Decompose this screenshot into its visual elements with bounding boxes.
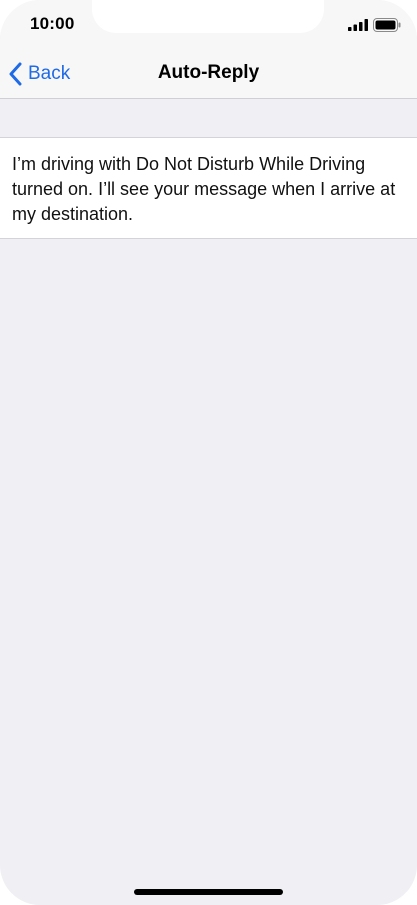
battery-icon — [373, 18, 401, 32]
page-title: Auto-Reply — [157, 62, 260, 83]
navigation-header: 10:00 Back Auto-Reply — [0, 0, 417, 99]
status-time: 10:00 — [30, 14, 75, 33]
home-indicator[interactable] — [134, 889, 283, 895]
auto-reply-message-cell[interactable]: I’m driving with Do Not Disturb While Dr… — [0, 137, 417, 239]
device-notch — [92, 0, 324, 33]
auto-reply-message-text[interactable]: I’m driving with Do Not Disturb While Dr… — [12, 152, 407, 227]
cellular-signal-icon — [348, 19, 368, 31]
phone-screen: 10:00 Back Auto-Reply I’m driving with D… — [0, 0, 417, 905]
